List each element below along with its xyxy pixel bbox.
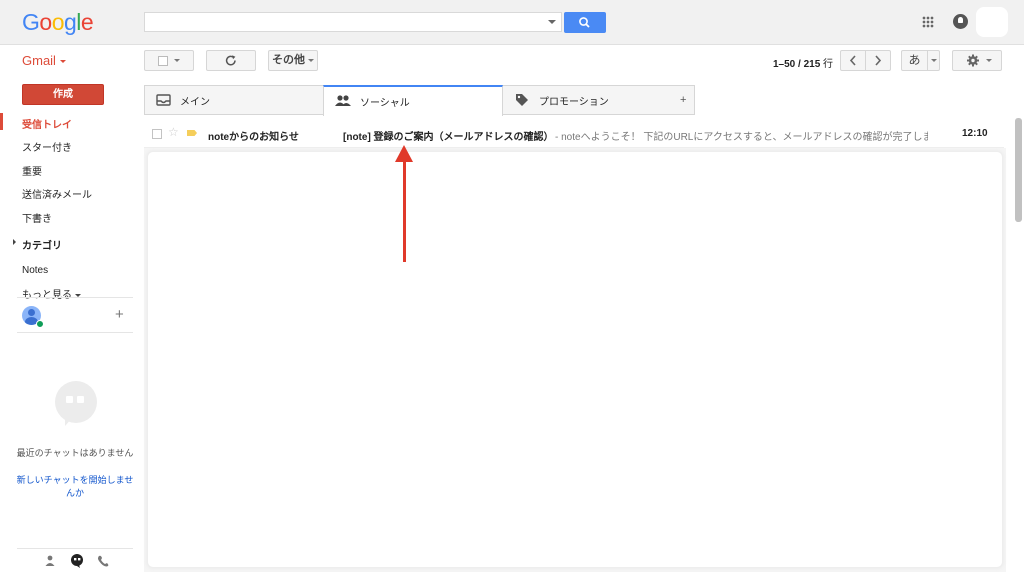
people-icon (335, 95, 351, 106)
row-checkbox[interactable] (152, 129, 162, 139)
start-chat-link[interactable]: 新しいチャットを開始しませんか (16, 474, 134, 500)
expand-triangle-icon[interactable] (13, 239, 16, 245)
importance-marker-icon[interactable] (187, 130, 197, 136)
chevron-left-icon (849, 55, 856, 66)
add-tab-icon[interactable]: + (680, 94, 686, 106)
active-indicator (0, 113, 3, 130)
online-status-icon (36, 320, 44, 328)
settings-button[interactable] (952, 50, 1002, 71)
phone-icon[interactable] (98, 555, 109, 567)
search-icon (579, 17, 590, 28)
older-page-button[interactable] (865, 50, 891, 71)
pagination-range: 1–50 / 215 行 (773, 59, 834, 70)
chevron-down-icon (930, 58, 937, 62)
chevron-right-icon (875, 55, 882, 66)
apps-grid-icon[interactable] (922, 16, 934, 28)
sidebar-item-important[interactable]: 重要 (22, 163, 42, 178)
google-logo[interactable]: Google (22, 9, 94, 36)
newer-page-button[interactable] (840, 50, 866, 71)
refresh-icon (225, 55, 236, 66)
select-checkbox-button[interactable] (144, 50, 194, 71)
add-chat-icon[interactable]: + (115, 306, 124, 323)
contacts-icon[interactable] (45, 555, 55, 566)
sidebar-item-sent[interactable]: 送信済みメール (22, 186, 92, 201)
email-snippet: - noteへようこそ！ 下記のURLにアクセスすると、メールアドレスの確認が完… (555, 132, 928, 143)
empty-content-pane (147, 151, 1003, 568)
divider (17, 332, 133, 333)
search-input[interactable] (144, 12, 562, 32)
inbox-icon (156, 94, 171, 106)
sidebar-item-categories[interactable]: カテゴリ (22, 237, 62, 252)
chat-bottom-bar (45, 554, 109, 568)
annotation-arrow-head (395, 145, 413, 162)
chevron-down-icon (308, 58, 315, 62)
annotation-arrow (403, 158, 406, 262)
star-icon[interactable]: ☆ (168, 125, 179, 139)
tab-social[interactable]: ソーシャル (323, 85, 503, 116)
email-row[interactable]: ☆ noteからのお知らせ [note] 登録のご案内（メールアドレスの確認） … (144, 120, 1004, 148)
email-subject: [note] 登録のご案内（メールアドレスの確認） (343, 132, 554, 143)
search-button[interactable] (564, 12, 606, 33)
email-sender: noteからのお知らせ (208, 132, 299, 143)
sidebar-item-notes[interactable]: Notes (22, 265, 48, 276)
tab-promotions[interactable]: プロモーション (503, 85, 679, 115)
hangouts-chat-icon[interactable] (71, 554, 83, 568)
input-tools-button[interactable]: あ (901, 50, 928, 71)
sidebar-more-link[interactable]: もっと見る (22, 286, 81, 301)
more-actions-button[interactable]: その他 (268, 50, 318, 71)
chevron-down-icon (59, 60, 66, 64)
tag-icon (516, 94, 528, 106)
gear-icon (967, 54, 992, 67)
input-tools-dropdown[interactable] (927, 50, 940, 71)
scrollbar-thumb[interactable] (1015, 118, 1022, 222)
tab-primary[interactable]: メイン (145, 85, 323, 115)
sidebar-item-starred[interactable]: スター付き (22, 139, 72, 154)
refresh-button[interactable] (206, 50, 256, 71)
chat-empty-text: 最近のチャットはありません (16, 448, 134, 458)
compose-button[interactable]: 作成 (22, 84, 104, 105)
account-avatar[interactable] (976, 7, 1008, 37)
sidebar-item-drafts[interactable]: 下書き (22, 210, 52, 225)
checkbox-icon (158, 56, 168, 66)
divider (17, 297, 133, 298)
divider (17, 548, 133, 549)
email-time: 12:10 (962, 128, 988, 139)
notifications-icon[interactable] (953, 14, 968, 29)
search-options-chevron-icon[interactable] (548, 20, 556, 24)
gmail-menu[interactable]: Gmail (22, 53, 66, 68)
sidebar-item-inbox[interactable]: 受信トレイ (22, 116, 72, 131)
hangouts-icon (55, 381, 97, 426)
chevron-down-icon (174, 59, 180, 62)
